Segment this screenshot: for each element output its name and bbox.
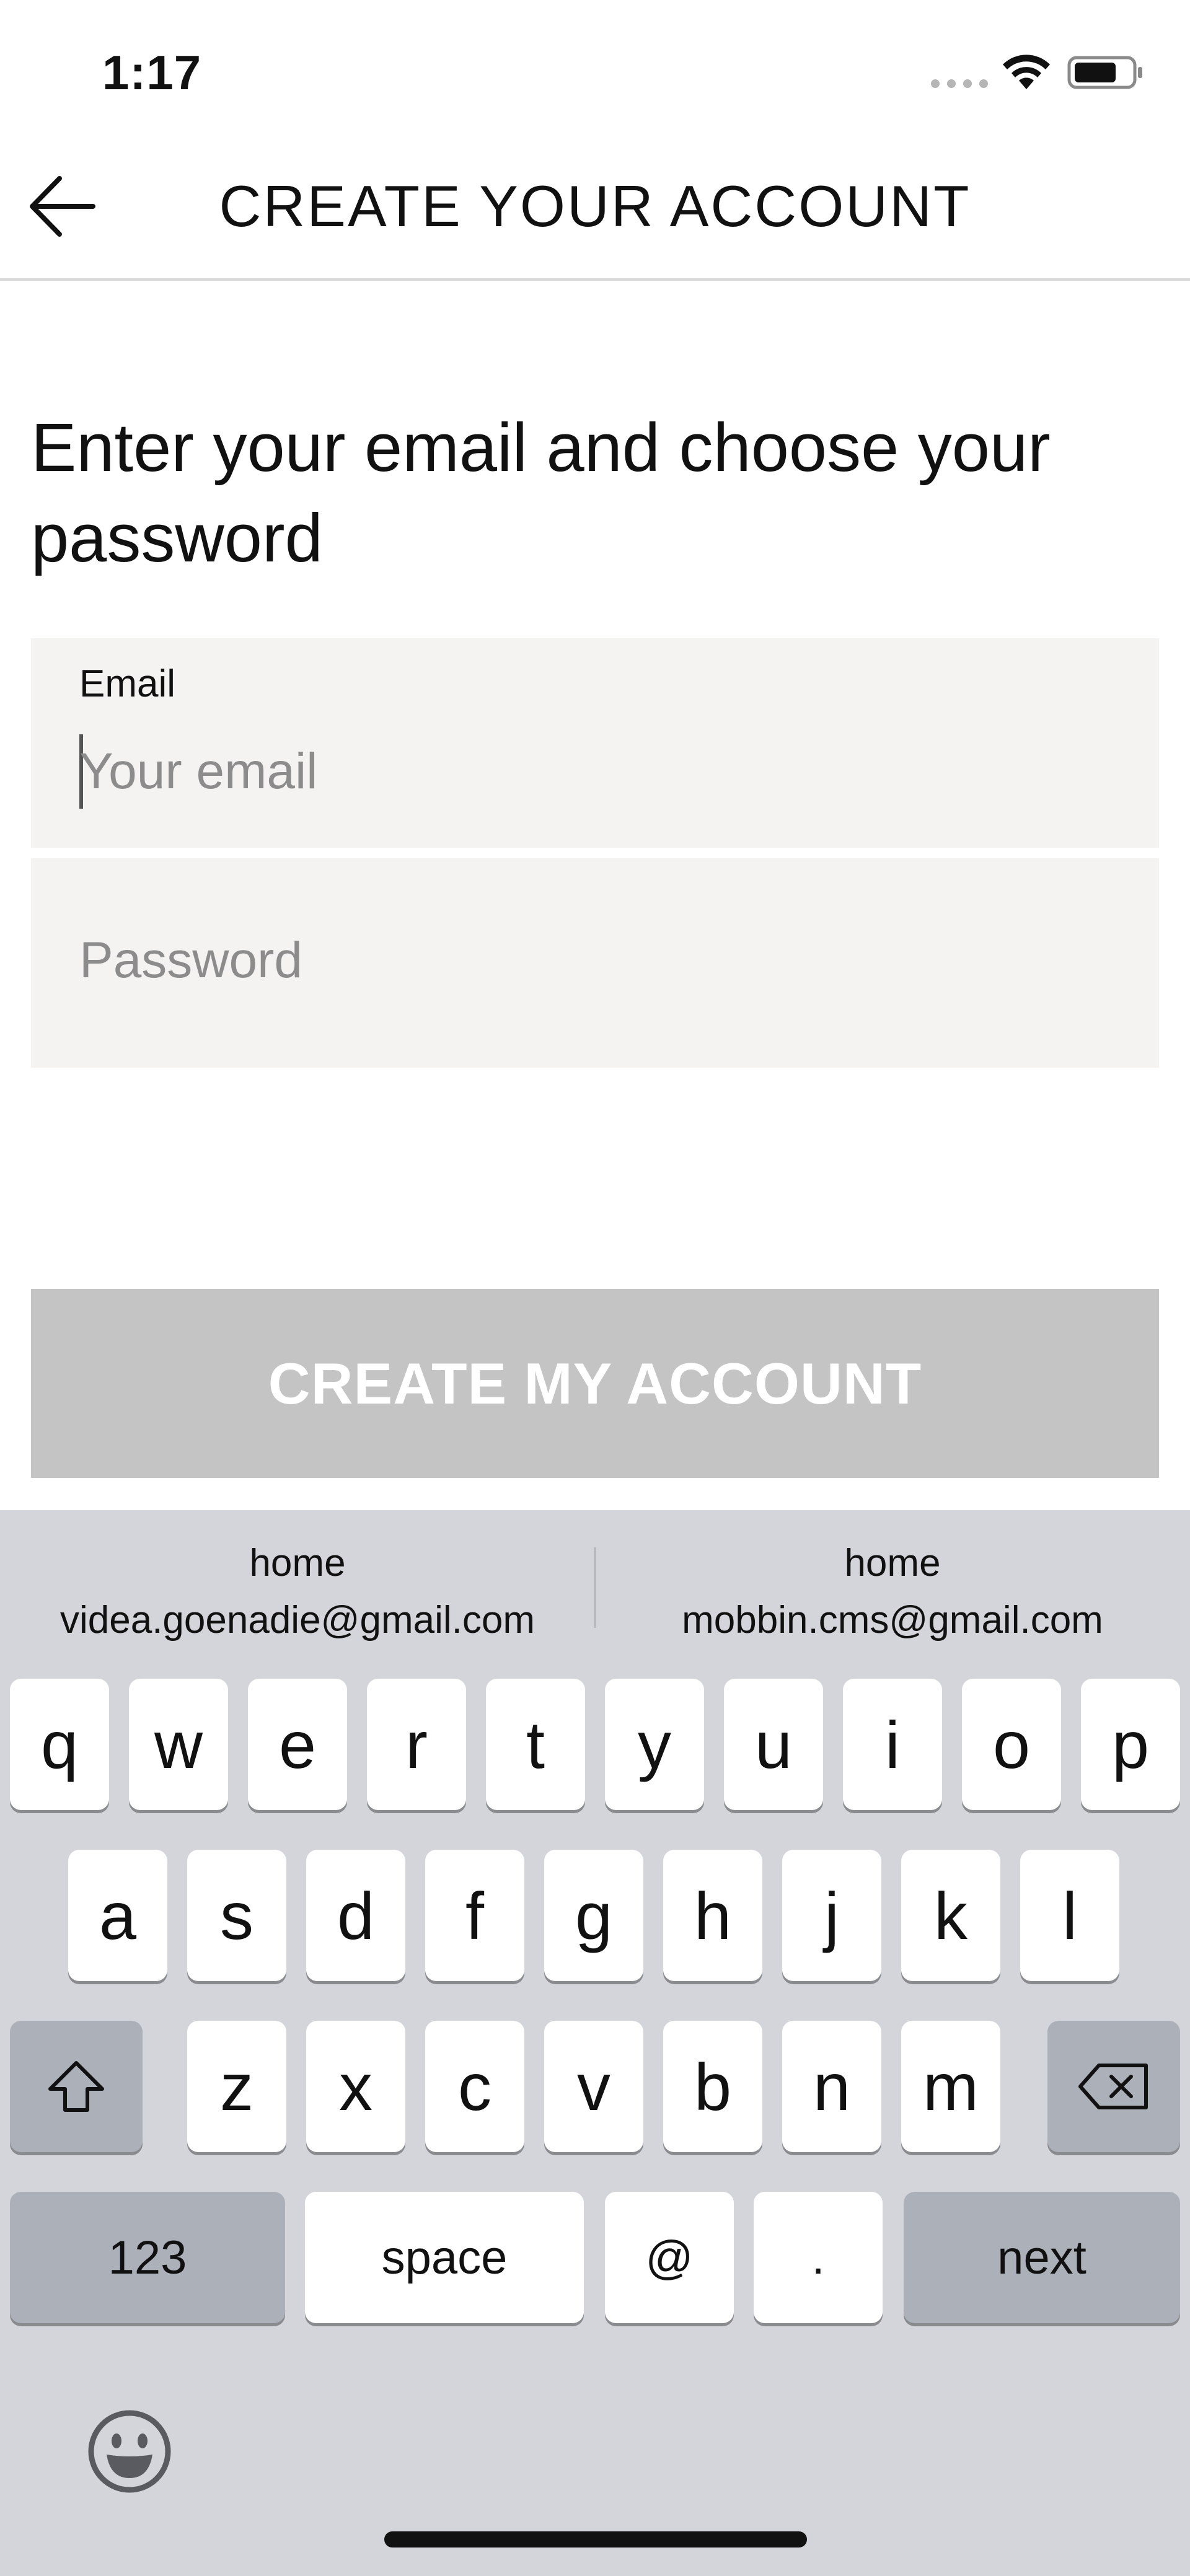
key-t[interactable]: t	[486, 1679, 585, 1810]
key-n[interactable]: n	[782, 2021, 881, 2152]
shift-key[interactable]	[10, 2021, 143, 2152]
email-input[interactable]	[79, 744, 1071, 799]
form-heading: Enter your email and choose your passwor…	[31, 410, 1051, 576]
home-indicator	[384, 2531, 807, 2547]
autofill-suggestion[interactable]: home videa.goenadie@gmail.com	[0, 1535, 595, 1649]
key-f[interactable]: f	[425, 1850, 524, 1981]
key-p[interactable]: p	[1081, 1679, 1180, 1810]
key-i[interactable]: i	[843, 1679, 942, 1810]
suggestion-email: videa.goenadie@gmail.com	[60, 1599, 536, 1642]
key-a[interactable]: a	[68, 1850, 167, 1981]
key-v[interactable]: v	[544, 2021, 643, 2152]
keyboard: home videa.goenadie@gmail.com home mobbi…	[0, 1510, 1190, 2576]
key-b[interactable]: b	[663, 2021, 762, 2152]
status-bar: 1:17	[0, 0, 1190, 143]
dot-key[interactable]: .	[754, 2192, 883, 2323]
space-key[interactable]: space	[305, 2192, 584, 2323]
key-s[interactable]: s	[187, 1850, 286, 1981]
key-u[interactable]: u	[724, 1679, 823, 1810]
suggestion-email: mobbin.cms@gmail.com	[682, 1599, 1103, 1642]
shift-icon	[48, 2061, 104, 2112]
key-m[interactable]: m	[901, 2021, 1000, 2152]
next-key[interactable]: next	[904, 2192, 1180, 2323]
key-x[interactable]: x	[306, 2021, 405, 2152]
key-y[interactable]: y	[605, 1679, 704, 1810]
key-r[interactable]: r	[367, 1679, 466, 1810]
email-field-label: Email	[79, 662, 176, 705]
cellular-signal-icon	[931, 79, 989, 88]
key-j[interactable]: j	[782, 1850, 881, 1981]
suggestion-label: home	[249, 1542, 346, 1585]
key-l[interactable]: l	[1020, 1850, 1119, 1981]
suggestion-label: home	[844, 1542, 941, 1585]
key-k[interactable]: k	[901, 1850, 1000, 1981]
email-field[interactable]: Email	[31, 638, 1159, 848]
key-g[interactable]: g	[544, 1850, 643, 1981]
backspace-icon	[1078, 2064, 1148, 2109]
key-o[interactable]: o	[962, 1679, 1061, 1810]
key-w[interactable]: w	[129, 1679, 228, 1810]
numbers-key[interactable]: 123	[10, 2192, 285, 2323]
emoji-icon[interactable]	[87, 2409, 172, 2494]
key-d[interactable]: d	[306, 1850, 405, 1981]
key-h[interactable]: h	[663, 1850, 762, 1981]
create-account-button[interactable]: CREATE MY ACCOUNT	[31, 1289, 1159, 1478]
page-title: CREATE YOUR ACCOUNT	[219, 174, 971, 239]
key-q[interactable]: q	[10, 1679, 109, 1810]
wifi-icon	[1003, 55, 1050, 89]
delete-key[interactable]	[1047, 2021, 1180, 2152]
at-key[interactable]: @	[605, 2192, 734, 2323]
key-e[interactable]: e	[248, 1679, 347, 1810]
key-c[interactable]: c	[425, 2021, 524, 2152]
autofill-suggestion[interactable]: home mobbin.cms@gmail.com	[595, 1535, 1190, 1649]
battery-icon	[1067, 56, 1142, 89]
key-z[interactable]: z	[187, 2021, 286, 2152]
status-time: 1:17	[102, 45, 202, 100]
password-input[interactable]	[79, 933, 1071, 988]
header: CREATE YOUR ACCOUNT	[0, 143, 1190, 281]
password-field[interactable]	[31, 858, 1159, 1068]
